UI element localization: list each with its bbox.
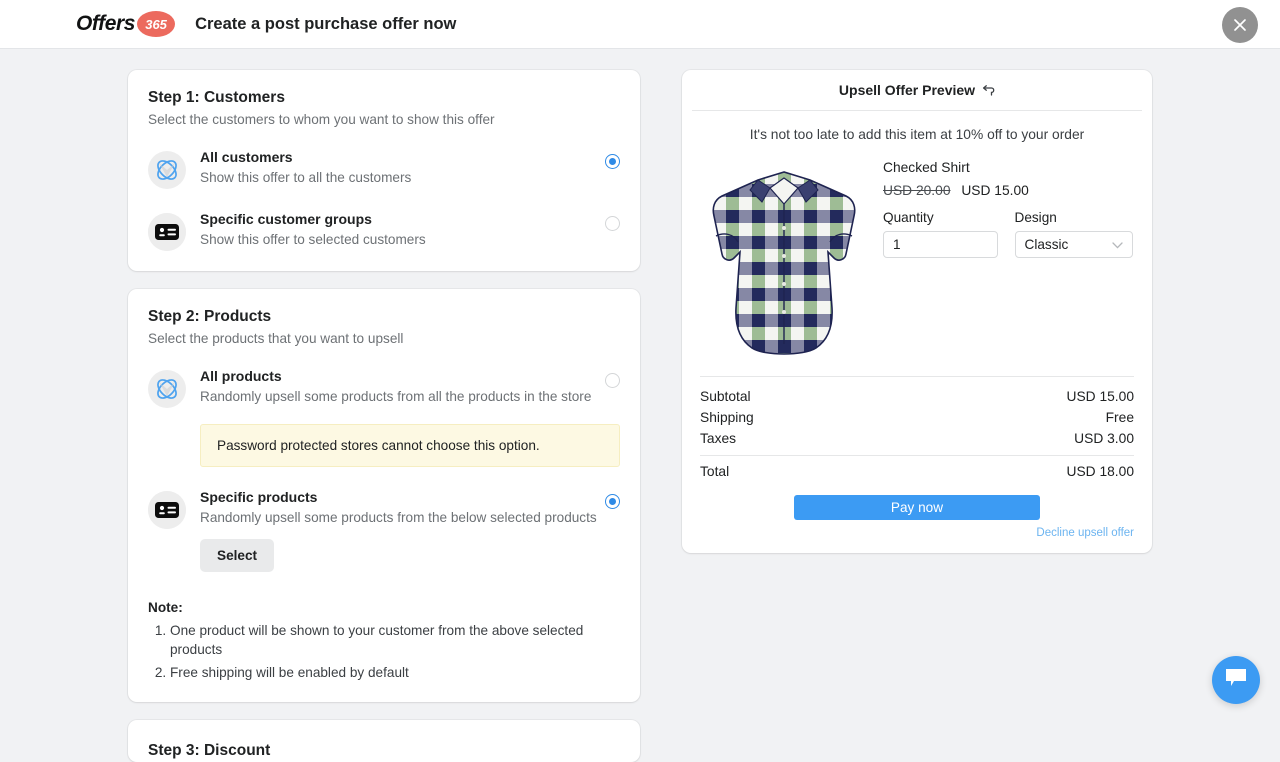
atom-orbit-icon: [148, 370, 186, 408]
select-products-button[interactable]: Select: [200, 539, 274, 572]
quantity-group: Quantity: [883, 210, 1003, 258]
option-description: Randomly upsell some products from the b…: [200, 510, 597, 525]
option-all-customers[interactable]: All customers Show this offer to all the…: [148, 149, 620, 189]
option-label: All customers: [200, 149, 597, 165]
close-icon: [1233, 18, 1247, 32]
option-label: Specific products: [200, 489, 597, 505]
design-group: Design Classic: [1015, 210, 1135, 258]
total-value: USD 15.00: [1067, 389, 1135, 404]
radio-all-customers[interactable]: [605, 154, 620, 169]
step-2-subtitle: Select the products that you want to ups…: [148, 331, 620, 346]
quantity-design-row: Quantity Design Classic: [883, 210, 1134, 258]
total-row: Shipping Free: [700, 407, 1134, 428]
grand-total-row: Total USD 18.00: [700, 455, 1134, 482]
total-label: Taxes: [700, 431, 736, 446]
atom-orbit-icon: [148, 151, 186, 189]
password-protected-warning: Password protected stores cannot choose …: [200, 424, 620, 467]
note-item: Free shipping will be enabled by default: [170, 663, 620, 682]
preview-column: Upsell Offer Preview It's not too late t…: [682, 70, 1152, 553]
option-specific-products[interactable]: Specific products Randomly upsell some p…: [148, 489, 620, 572]
radio-all-products[interactable]: [605, 373, 620, 388]
total-value: USD 3.00: [1074, 431, 1134, 446]
price-discounted: USD 15.00: [961, 183, 1029, 198]
checked-shirt-image: [700, 158, 868, 363]
quantity-label: Quantity: [883, 210, 1003, 225]
option-specific-products-body: Specific products Randomly upsell some p…: [200, 489, 597, 572]
chat-widget-button[interactable]: [1212, 656, 1260, 704]
preview-heading: Upsell Offer Preview: [839, 82, 975, 98]
step-1-card: Step 1: Customers Select the customers t…: [128, 70, 640, 271]
contact-card-icon: [148, 213, 186, 251]
option-all-customers-body: All customers Show this offer to all the…: [200, 149, 597, 185]
brand-name: Offers: [76, 12, 135, 36]
price-original: USD 20.00: [883, 183, 951, 198]
steps-column: Step 1: Customers Select the customers t…: [128, 70, 640, 762]
total-row: Taxes USD 3.00: [700, 428, 1134, 449]
step-3-card: Step 3: Discount: [128, 720, 640, 762]
quantity-input[interactable]: [883, 231, 998, 258]
brand-logo: Offers 365: [76, 11, 175, 37]
product-name: Checked Shirt: [883, 160, 1134, 175]
option-all-products-body: All products Randomly upsell some produc…: [200, 368, 597, 404]
step-1-title: Step 1: Customers: [148, 89, 620, 107]
option-description: Randomly upsell some products from all t…: [200, 389, 597, 404]
total-row: Subtotal USD 15.00: [700, 386, 1134, 407]
decline-upsell-link[interactable]: Decline upsell offer: [682, 527, 1134, 539]
design-label: Design: [1015, 210, 1135, 225]
product-info: Checked Shirt USD 20.00 USD 15.00 Quanti…: [868, 158, 1134, 363]
pay-now-button[interactable]: Pay now: [794, 495, 1040, 520]
order-totals: Subtotal USD 15.00 Shipping Free Taxes U…: [700, 376, 1134, 482]
product-prices: USD 20.00 USD 15.00: [883, 183, 1134, 198]
contact-card-icon: [148, 491, 186, 529]
preview-body: Checked Shirt USD 20.00 USD 15.00 Quanti…: [682, 142, 1152, 363]
upsell-preview-card: Upsell Offer Preview It's not too late t…: [682, 70, 1152, 553]
step-1-subtitle: Select the customers to whom you want to…: [148, 112, 620, 127]
option-specific-customer-groups-body: Specific customer groups Show this offer…: [200, 211, 597, 247]
grand-total-value: USD 18.00: [1067, 464, 1135, 479]
chat-bubble-icon: [1224, 667, 1248, 694]
option-description: Show this offer to all the customers: [200, 170, 597, 185]
note-list: One product will be shown to your custom…: [170, 621, 620, 682]
note-section: Note: One product will be shown to your …: [148, 600, 620, 682]
total-value: Free: [1106, 410, 1134, 425]
radio-specific-customer-groups[interactable]: [605, 216, 620, 231]
preview-tagline: It's not too late to add this item at 10…: [682, 111, 1152, 142]
design-select-value: Classic: [1025, 237, 1069, 252]
grand-total-label: Total: [700, 464, 729, 479]
radio-specific-products[interactable]: [605, 494, 620, 509]
step-2-card: Step 2: Products Select the products tha…: [128, 289, 640, 702]
brand-badge: 365: [137, 11, 175, 37]
total-label: Shipping: [700, 410, 754, 425]
step-3-title: Step 3: Discount: [148, 742, 620, 760]
top-bar: Offers 365 Create a post purchase offer …: [0, 0, 1280, 49]
page-title: Create a post purchase offer now: [195, 15, 456, 34]
step-2-title: Step 2: Products: [148, 308, 620, 326]
option-specific-customer-groups[interactable]: Specific customer groups Show this offer…: [148, 211, 620, 251]
note-title: Note:: [148, 600, 620, 615]
note-item: One product will be shown to your custom…: [170, 621, 620, 660]
option-all-products[interactable]: All products Randomly upsell some produc…: [148, 368, 620, 408]
option-label: Specific customer groups: [200, 211, 597, 227]
chevron-down-icon: [1112, 237, 1123, 252]
design-select[interactable]: Classic: [1015, 231, 1133, 258]
option-description: Show this offer to selected customers: [200, 232, 597, 247]
close-button[interactable]: [1222, 7, 1258, 43]
preview-header: Upsell Offer Preview: [682, 70, 1152, 104]
redo-arrow-icon[interactable]: [982, 84, 995, 97]
option-label: All products: [200, 368, 597, 384]
total-label: Subtotal: [700, 389, 751, 404]
